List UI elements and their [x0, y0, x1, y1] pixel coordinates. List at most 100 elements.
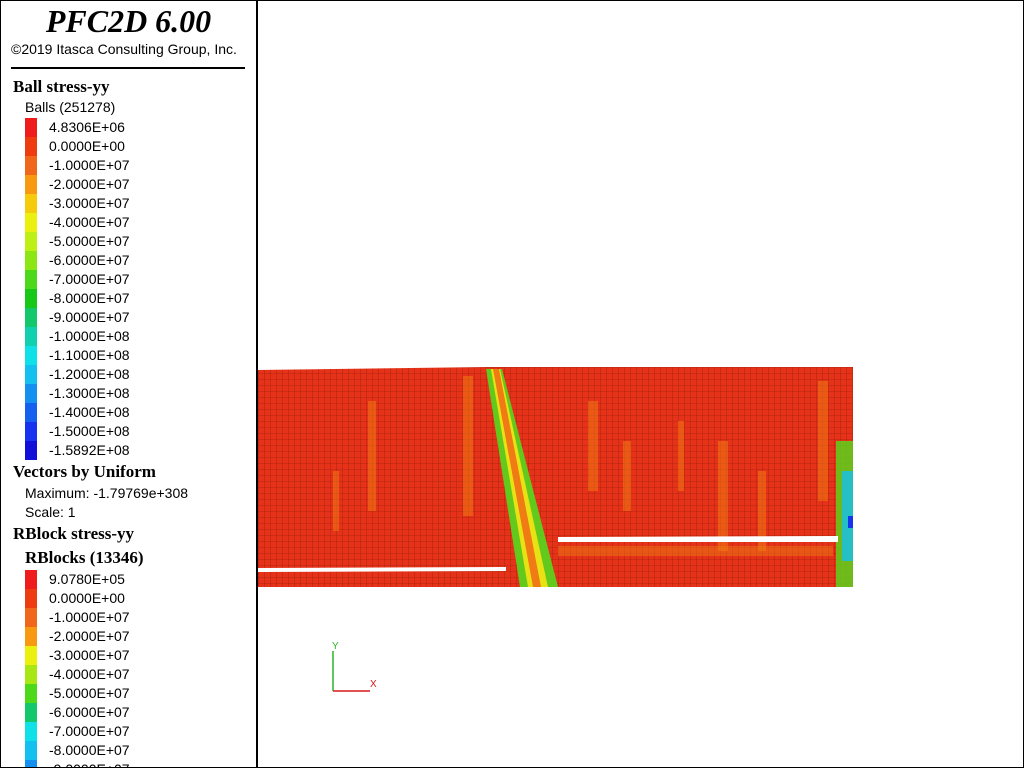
ball-stress-scale-row: -9.0000E+07 [25, 308, 185, 327]
rblock-stress-color-swatch [25, 741, 37, 760]
rblock-stress-scale-row: -4.0000E+07 [25, 665, 185, 684]
ball-stress-scale-row: 4.8306E+06 [25, 118, 185, 137]
ball-stress-scale-value: -1.0000E+07 [49, 157, 130, 173]
right-edge-peak [848, 516, 853, 528]
rblock-stress-scale-value: -6.0000E+07 [49, 704, 130, 720]
stress-streak [368, 401, 376, 511]
ball-stress-color-swatch [25, 175, 37, 194]
ball-stress-scale-row: -1.5000E+08 [25, 422, 185, 441]
rblock-stress-scale-value: 9.0780E+05 [49, 571, 125, 587]
stress-streak [818, 381, 828, 501]
rblock-stress-color-swatch [25, 608, 37, 627]
model-viewport[interactable]: Y X [258, 1, 1023, 767]
rblock-stress-scale-value: -7.0000E+07 [49, 723, 130, 739]
ball-stress-scale-value: -1.2000E+08 [49, 366, 130, 382]
rblock-stress-scale-value: -5.0000E+07 [49, 685, 130, 701]
ball-stress-scale-row: -1.5892E+08 [25, 441, 185, 460]
rblock-stress-color-swatch [25, 570, 37, 589]
ball-stress-scale-row: -1.0000E+08 [25, 327, 185, 346]
ball-stress-scale-value: -1.5000E+08 [49, 423, 130, 439]
ball-stress-color-swatch [25, 137, 37, 156]
stress-streak [718, 441, 728, 551]
ball-stress-scale-row: -1.3000E+08 [25, 384, 185, 403]
ball-stress-scale-value: -2.0000E+07 [49, 176, 130, 192]
ball-stress-scale-value: -5.0000E+07 [49, 233, 130, 249]
ball-stress-scale-value: -8.0000E+07 [49, 290, 130, 306]
ball-stress-color-swatch [25, 441, 37, 460]
ball-stress-color-swatch [25, 251, 37, 270]
copyright-text: ©2019 Itasca Consulting Group, Inc. [11, 41, 237, 57]
ball-stress-scale-row: -3.0000E+07 [25, 194, 185, 213]
vectors-title: Vectors by Uniform [13, 462, 156, 481]
vectors-scale-label: Scale: 1 [25, 504, 76, 520]
ball-stress-scale-row: -6.0000E+07 [25, 251, 185, 270]
ball-stress-color-swatch [25, 156, 37, 175]
ball-stress-scale-row: -4.0000E+07 [25, 213, 185, 232]
ball-stress-scale-value: -1.0000E+08 [49, 328, 130, 344]
axis-y-label: Y [332, 641, 339, 652]
rblock-stress-title: RBlock stress-yy [13, 524, 135, 543]
ball-stress-scale-row: -7.0000E+07 [25, 270, 185, 289]
ball-stress-color-swatch [25, 289, 37, 308]
stress-streak [678, 421, 684, 491]
ball-stress-color-swatch [25, 403, 37, 422]
rblock-stress-scale-row: 0.0000E+00 [25, 589, 185, 608]
rblock-stress-color-swatch [25, 665, 37, 684]
ball-stress-color-swatch [25, 365, 37, 384]
rblock-stress-color-swatch [25, 722, 37, 741]
ball-stress-scale-value: -1.3000E+08 [49, 385, 130, 401]
stress-streak [333, 471, 339, 531]
rblock-stress-scale-row: -9.0000E+07 [25, 760, 185, 767]
ball-stress-scale-row: -1.1000E+08 [25, 346, 185, 365]
ball-stress-color-swatch [25, 346, 37, 365]
vectors-maximum-label: Maximum: -1.79769e+308 [25, 485, 189, 501]
ball-stress-scale-row: -5.0000E+07 [25, 232, 185, 251]
ball-stress-scale-value: -4.0000E+07 [49, 214, 130, 230]
ball-stress-scale-value: -9.0000E+07 [49, 309, 130, 325]
model-plot [258, 367, 853, 692]
ball-stress-scale-row: -1.2000E+08 [25, 365, 185, 384]
title-divider [11, 67, 245, 69]
rblock-stress-scale-value: -1.0000E+07 [49, 609, 130, 625]
rblock-stress-color-swatch [25, 589, 37, 608]
rblock-stress-color-swatch [25, 627, 37, 646]
rblock-stress-scale-row: -6.0000E+07 [25, 703, 185, 722]
rblock-stress-scale-value: -8.0000E+07 [49, 742, 130, 758]
crack-right [558, 536, 838, 542]
rblock-stress-color-swatch [25, 646, 37, 665]
rblocks-count-label: RBlocks (13346) [25, 548, 144, 567]
rblock-stress-color-swatch [25, 760, 37, 767]
rblock-stress-scale-value: 0.0000E+00 [49, 590, 125, 606]
rblock-stress-scale-value: -3.0000E+07 [49, 647, 130, 663]
ball-stress-scale-row: -1.4000E+08 [25, 403, 185, 422]
rblock-stress-color-swatch [25, 684, 37, 703]
window-frame: PFC2D 6.00 ©2019 Itasca Consulting Group… [0, 0, 1024, 768]
stress-streak [588, 401, 598, 491]
ball-stress-scale-value: -1.4000E+08 [49, 404, 130, 420]
ball-stress-scale-row: -1.0000E+07 [25, 156, 185, 175]
ball-stress-color-swatch [25, 384, 37, 403]
ball-stress-color-swatch [25, 213, 37, 232]
rblock-stress-color-swatch [25, 703, 37, 722]
balls-count-label: Balls (251278) [25, 99, 116, 115]
rblock-stress-color-scale: 9.0780E+05 0.0000E+00 -1.0000E+07 -2.0000E+… [25, 570, 185, 767]
ball-stress-scale-value: 4.8306E+06 [49, 119, 125, 135]
ball-stress-scale-value: -3.0000E+07 [49, 195, 130, 211]
ball-stress-color-swatch [25, 327, 37, 346]
ball-stress-color-swatch [25, 422, 37, 441]
rblock-stress-scale-row: -1.0000E+07 [25, 608, 185, 627]
ball-stress-color-swatch [25, 270, 37, 289]
axis-triad [332, 651, 370, 692]
app-title: PFC2D 6.00 [45, 3, 212, 39]
ball-stress-color-swatch [25, 232, 37, 251]
legend-panel: PFC2D 6.00 ©2019 Itasca Consulting Group… [1, 1, 258, 767]
ball-stress-scale-row: 0.0000E+00 [25, 137, 185, 156]
ball-stress-scale-value: 0.0000E+00 [49, 138, 125, 154]
rblock-stress-scale-row: 9.0780E+05 [25, 570, 185, 589]
axis-x-label: X [370, 679, 377, 690]
rblock-stress-scale-row: -8.0000E+07 [25, 741, 185, 760]
ball-stress-scale-value: -6.0000E+07 [49, 252, 130, 268]
ball-stress-color-swatch [25, 118, 37, 137]
stress-streak [623, 441, 631, 511]
stress-streak [463, 376, 473, 516]
